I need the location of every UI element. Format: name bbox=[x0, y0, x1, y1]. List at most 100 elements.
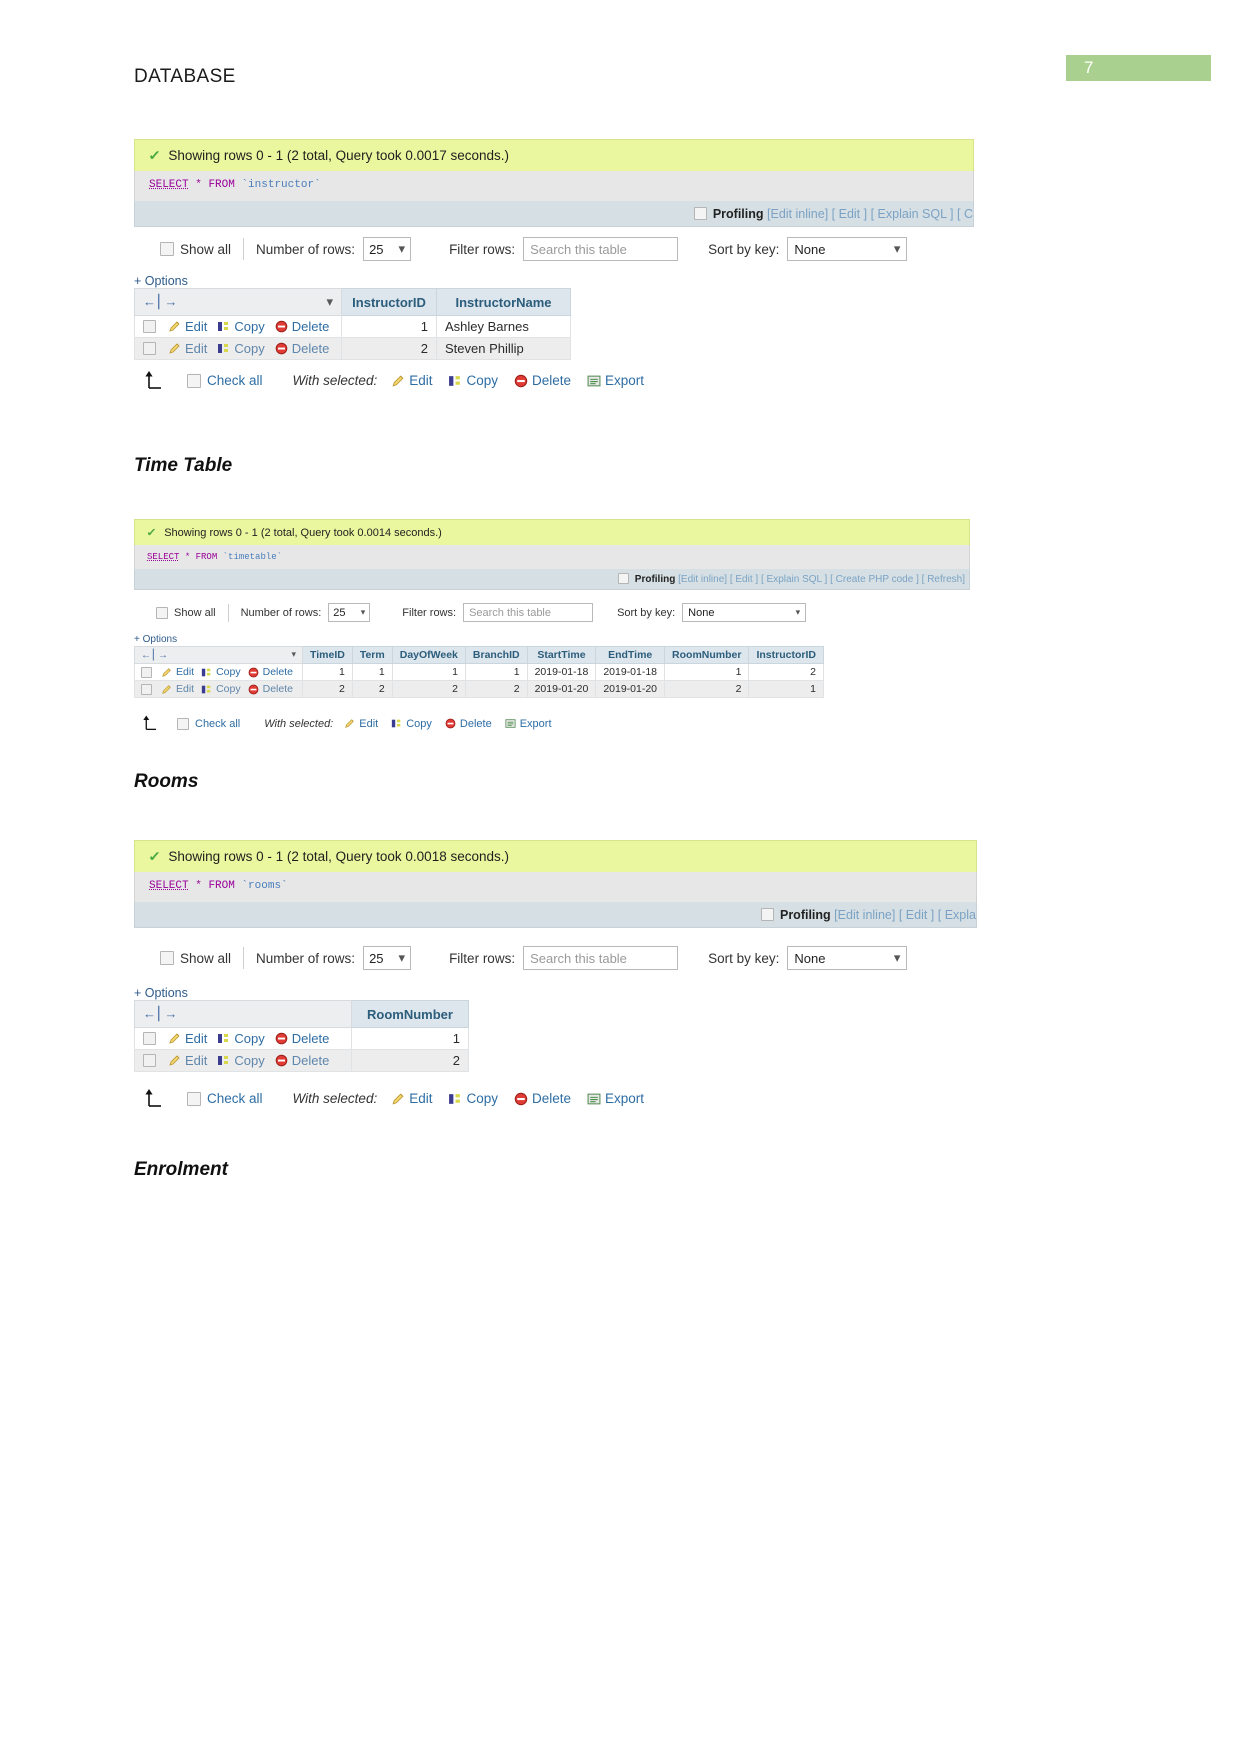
copy-link[interactable]: Copy bbox=[234, 341, 264, 356]
show-all-checkbox[interactable] bbox=[160, 242, 174, 256]
column-header[interactable]: BranchID bbox=[464, 646, 528, 664]
check-all-label[interactable]: Check all bbox=[207, 373, 263, 388]
nav-arrows-icon[interactable]: ←⎢→ bbox=[141, 650, 169, 661]
delete-link[interactable]: Delete bbox=[292, 1053, 330, 1068]
explain-sql-link[interactable]: [ Expla bbox=[938, 908, 976, 922]
edit-link[interactable]: Edit bbox=[176, 683, 194, 695]
column-header[interactable]: InstructorID bbox=[341, 288, 437, 316]
row-checkbox[interactable] bbox=[141, 683, 152, 695]
edit-selected-button[interactable]: Edit bbox=[359, 718, 378, 730]
edit-selected-button[interactable]: Edit bbox=[409, 373, 432, 388]
edit-inline-link[interactable]: [Edit inline] bbox=[678, 574, 727, 585]
row-checkbox[interactable] bbox=[143, 342, 156, 355]
sql-keyword-select: SELECT bbox=[149, 880, 189, 892]
column-header[interactable]: EndTime bbox=[595, 646, 666, 664]
column-header[interactable]: DayOfWeek bbox=[391, 646, 466, 664]
check-all-checkbox[interactable] bbox=[187, 373, 201, 388]
column-header[interactable]: InstructorID bbox=[748, 646, 824, 664]
copy-link[interactable]: Copy bbox=[216, 683, 241, 695]
create-php-code-link[interactable]: [ C bbox=[957, 207, 973, 221]
options-toggle-timetable[interactable]: + Options bbox=[134, 634, 177, 645]
edit-link[interactable]: Edit bbox=[185, 319, 207, 334]
check-all-checkbox[interactable] bbox=[187, 1091, 201, 1106]
nav-arrows-icon[interactable]: ←⎢→ bbox=[143, 1006, 179, 1021]
explain-sql-link[interactable]: [ Explain SQL ] bbox=[871, 207, 954, 221]
sql-query-display[interactable]: SELECT * FROM `instructor` bbox=[134, 171, 974, 201]
select-all-arrow-icon[interactable] bbox=[143, 1086, 169, 1111]
delete-link[interactable]: Delete bbox=[292, 319, 330, 334]
filter-rows-input[interactable]: Search this table bbox=[463, 603, 594, 622]
create-php-code-link[interactable]: [ Create PHP code ] bbox=[830, 574, 919, 585]
delete-selected-button[interactable]: Delete bbox=[532, 373, 571, 388]
row-checkbox[interactable] bbox=[143, 320, 156, 333]
edit-link[interactable]: Edit bbox=[185, 341, 207, 356]
row-checkbox[interactable] bbox=[143, 1054, 156, 1067]
export-selected-button[interactable]: Export bbox=[520, 718, 552, 730]
sort-caret-icon[interactable]: ▾ bbox=[291, 649, 296, 660]
edit-link[interactable]: Edit bbox=[185, 1053, 207, 1068]
delete-selected-button[interactable]: Delete bbox=[532, 1091, 571, 1106]
show-all-checkbox[interactable] bbox=[156, 606, 168, 619]
copy-selected-button[interactable]: Copy bbox=[466, 1091, 498, 1106]
delete-selected-button[interactable]: Delete bbox=[460, 718, 492, 730]
copy-link[interactable]: Copy bbox=[234, 1031, 264, 1046]
sort-by-key-select[interactable]: None ▾ bbox=[787, 946, 908, 970]
delete-link[interactable]: Delete bbox=[292, 341, 330, 356]
column-header[interactable]: InstructorName bbox=[436, 288, 571, 316]
check-all-label[interactable]: Check all bbox=[195, 718, 240, 730]
row-nav-header[interactable]: ←⎢→ ▾ bbox=[134, 288, 342, 316]
row-nav-header[interactable]: ←⎢→ bbox=[134, 1000, 352, 1028]
options-toggle-instructor[interactable]: + Options bbox=[134, 274, 188, 288]
edit-inline-link[interactable]: [Edit inline] bbox=[767, 207, 828, 221]
refresh-link[interactable]: [ Refresh] bbox=[922, 574, 965, 585]
filter-rows-input[interactable]: Search this table bbox=[523, 237, 679, 261]
column-header[interactable]: Term bbox=[351, 646, 393, 664]
select-all-arrow-icon[interactable] bbox=[143, 368, 169, 393]
export-selected-button[interactable]: Export bbox=[605, 1091, 644, 1106]
delete-link[interactable]: Delete bbox=[292, 1031, 330, 1046]
profiling-checkbox[interactable] bbox=[617, 573, 629, 584]
delete-link[interactable]: Delete bbox=[263, 666, 293, 678]
sort-by-key-select[interactable]: None ▾ bbox=[787, 237, 908, 261]
column-header[interactable]: StartTime bbox=[526, 646, 597, 664]
edit-inline-link[interactable]: [Edit inline] bbox=[834, 908, 895, 922]
column-header[interactable]: TimeID bbox=[302, 646, 353, 664]
copy-link[interactable]: Copy bbox=[234, 319, 264, 334]
row-nav-header[interactable]: ←⎢→ ▾ bbox=[134, 646, 303, 664]
number-of-rows-select[interactable]: 25 ▾ bbox=[363, 946, 412, 970]
profiling-checkbox[interactable] bbox=[693, 207, 707, 220]
sort-caret-icon[interactable]: ▾ bbox=[326, 294, 333, 310]
edit-selected-button[interactable]: Edit bbox=[409, 1091, 432, 1106]
check-all-label[interactable]: Check all bbox=[207, 1091, 263, 1106]
sql-table-name: `rooms` bbox=[241, 880, 288, 892]
table-cell: 2019-01-20 bbox=[595, 680, 666, 698]
copy-selected-button[interactable]: Copy bbox=[406, 718, 432, 730]
sort-by-key-select[interactable]: None ▾ bbox=[682, 603, 807, 622]
copy-link[interactable]: Copy bbox=[216, 666, 241, 678]
sql-query-display[interactable]: SELECT * FROM `rooms` bbox=[134, 872, 977, 902]
number-of-rows-select[interactable]: 25 ▾ bbox=[328, 603, 371, 622]
check-all-checkbox[interactable] bbox=[177, 717, 189, 730]
delete-link[interactable]: Delete bbox=[263, 683, 293, 695]
sql-query-display[interactable]: SELECT * FROM `timetable` bbox=[134, 545, 970, 569]
edit-link[interactable]: [ Edit ] bbox=[899, 908, 934, 922]
edit-link[interactable]: [ Edit ] bbox=[730, 574, 758, 585]
number-of-rows-select[interactable]: 25 ▾ bbox=[363, 237, 412, 261]
nav-arrows-icon[interactable]: ←⎢→ bbox=[143, 294, 179, 309]
edit-link[interactable]: Edit bbox=[185, 1031, 207, 1046]
row-checkbox[interactable] bbox=[141, 666, 152, 678]
filter-rows-input[interactable]: Search this table bbox=[523, 946, 679, 970]
edit-link[interactable]: [ Edit ] bbox=[832, 207, 867, 221]
show-all-checkbox[interactable] bbox=[160, 951, 174, 965]
export-selected-button[interactable]: Export bbox=[605, 373, 644, 388]
edit-link[interactable]: Edit bbox=[176, 666, 194, 678]
copy-link[interactable]: Copy bbox=[234, 1053, 264, 1068]
options-toggle-rooms[interactable]: + Options bbox=[134, 986, 188, 1000]
column-header[interactable]: RoomNumber bbox=[351, 1000, 469, 1028]
row-checkbox[interactable] bbox=[143, 1032, 156, 1045]
column-header[interactable]: RoomNumber bbox=[664, 646, 750, 664]
explain-sql-link[interactable]: [ Explain SQL ] bbox=[761, 574, 827, 585]
profiling-checkbox[interactable] bbox=[760, 908, 774, 921]
select-all-arrow-icon[interactable] bbox=[141, 713, 163, 734]
copy-selected-button[interactable]: Copy bbox=[466, 373, 498, 388]
